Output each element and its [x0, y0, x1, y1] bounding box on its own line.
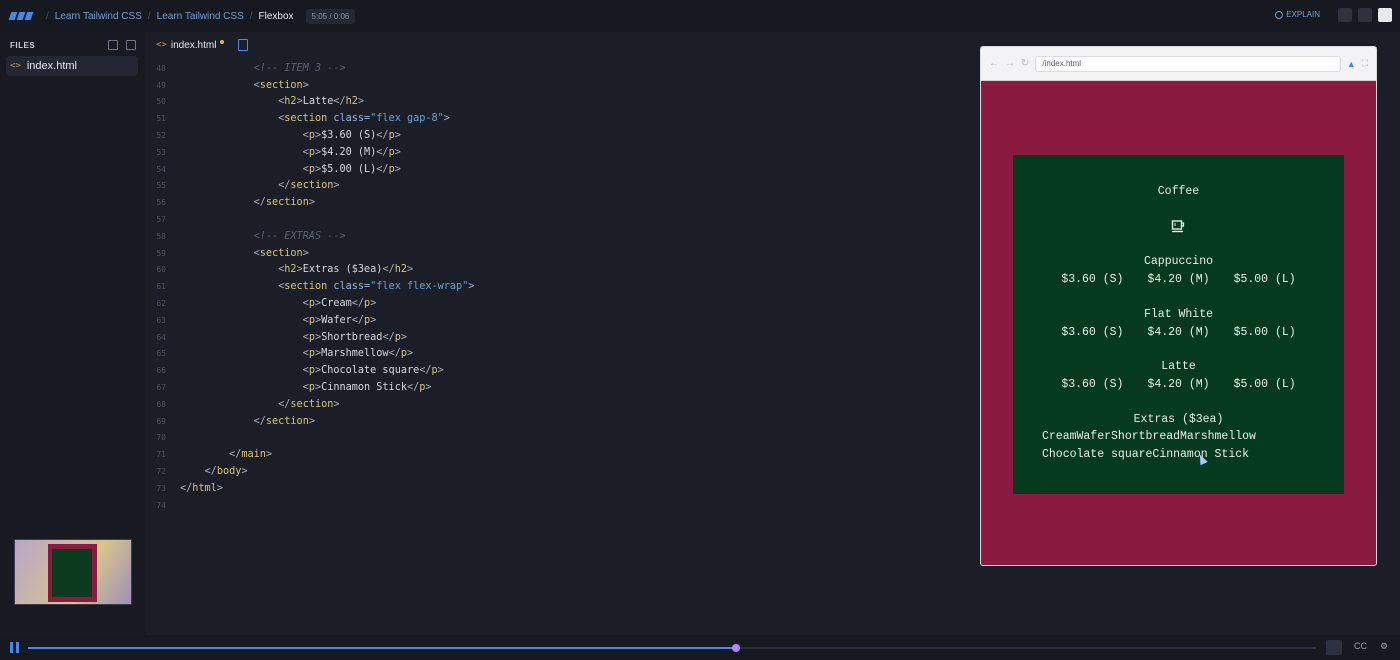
- speed-icon[interactable]: [1326, 640, 1342, 655]
- unsaved-dot: [220, 40, 225, 44]
- code-line: 58 <!-- EXTRAS -->: [156, 230, 346, 242]
- code-line: 72 </body >: [156, 466, 248, 478]
- preview-url-field[interactable]: /index.html: [1035, 55, 1341, 72]
- lesson-timer: 5:05 / 0:06: [305, 8, 356, 24]
- player-bar: CC ⚙: [0, 635, 1400, 660]
- menu-title: Coffee: [1157, 185, 1200, 198]
- webcam-thumbnail: [14, 539, 132, 605]
- code-line: 56 </section >: [156, 197, 315, 209]
- code-line: 69 </section >: [156, 415, 315, 427]
- code-file-icon: <>: [156, 40, 167, 50]
- pin-icon[interactable]: ▲: [1347, 59, 1356, 69]
- menu-item-name: Cappuccino: [1143, 255, 1213, 268]
- code-line: 73 </html >: [156, 482, 223, 494]
- code-file-icon: <>: [10, 61, 21, 71]
- code-line: 62 < p > Cream </p >: [156, 298, 377, 310]
- extras-title: Extras ($3ea): [1133, 413, 1224, 426]
- back-icon[interactable]: ←: [989, 58, 999, 69]
- menu-item-name: Flat White: [1143, 308, 1213, 321]
- code-line: 74: [156, 500, 166, 510]
- code-line: 60 < h2 > Extras ($3ea) </h2 >: [156, 264, 414, 276]
- code-line: 71 </main >: [156, 449, 273, 461]
- layout-left-icon[interactable]: [1338, 8, 1352, 22]
- fullscreen-icon[interactable]: ⛶: [1362, 58, 1368, 69]
- code-line: 63 < p > Wafer </p >: [156, 314, 377, 326]
- menu-item-name: Latte: [1161, 360, 1196, 373]
- menu-item-prices: $3.60 (S) $4.20 (M) $5.00 (L): [1061, 273, 1296, 286]
- breadcrumb-course[interactable]: Learn Tailwind CSS: [55, 11, 142, 22]
- settings-gear-icon[interactable]: ⚙: [1380, 641, 1388, 652]
- new-file-icon[interactable]: [238, 39, 249, 51]
- progress-track[interactable]: [28, 644, 1316, 652]
- menu-item-prices: $3.60 (S) $4.20 (M) $5.00 (L): [1061, 326, 1296, 339]
- code-line: 53 < p > $4.20 (M) </p >: [156, 146, 401, 158]
- tab-index-html[interactable]: <> index.html: [150, 36, 230, 55]
- pause-button[interactable]: [10, 642, 20, 653]
- code-line: 59 < section >: [156, 247, 309, 259]
- code-line: 57: [156, 215, 166, 225]
- layout-right-icon[interactable]: [1378, 8, 1392, 22]
- breadcrumb-module[interactable]: Learn Tailwind CSS: [157, 11, 244, 22]
- coffee-cup-icon: [1171, 220, 1185, 233]
- extras-line: CreamWaferShortbreadMarshmellow: [1042, 430, 1256, 443]
- file-sidebar: FILES <> index.html: [0, 32, 146, 635]
- reload-icon[interactable]: ↻: [1021, 58, 1029, 69]
- menu-item-prices: $3.60 (S) $4.20 (M) $5.00 (L): [1061, 378, 1296, 391]
- top-bar: / Learn Tailwind CSS / Learn Tailwind CS…: [0, 0, 1400, 32]
- code-line: 67 < p > Cinnamon Stick </p >: [156, 382, 432, 394]
- explain-icon: [1275, 10, 1284, 19]
- new-file-icon[interactable]: [108, 40, 118, 50]
- code-line: 49 < section >: [156, 79, 309, 91]
- code-lines: 48 <!-- ITEM 3 --> 49 < section > 50 < h2 > L…: [146, 60, 474, 514]
- code-line: 48 <!-- ITEM 3 -->: [156, 62, 346, 74]
- forward-icon[interactable]: →: [1005, 58, 1015, 69]
- preview-toolbar: ← → ↻ /index.html ▲ ⛶: [981, 47, 1376, 81]
- code-line: 66 < p > Chocolate square </p >: [156, 365, 444, 377]
- code-line: 70: [156, 433, 166, 443]
- code-line: 68 </section >: [156, 398, 340, 410]
- coffee-menu: Coffee Cappuccino $3.60 (S) $4.20 (M) $5…: [1013, 155, 1344, 494]
- scrimba-logo[interactable]: [8, 10, 34, 22]
- layout-split-icon[interactable]: [1358, 8, 1372, 22]
- explain-button[interactable]: EXPLAIN: [1275, 10, 1320, 19]
- cc-button[interactable]: CC: [1354, 641, 1367, 651]
- layout-toggles: [1338, 8, 1392, 22]
- file-item-index-html[interactable]: <> index.html: [6, 56, 138, 76]
- breadcrumb-lesson: Flexbox: [258, 10, 294, 22]
- code-line: 55 </section >: [156, 180, 340, 192]
- breadcrumb: / Learn Tailwind CSS / Learn Tailwind CS…: [46, 10, 294, 22]
- progress-knob[interactable]: [732, 644, 741, 652]
- code-line: 65 < p > Marshmellow </p >: [156, 348, 414, 360]
- code-line: 50 < h2 > Latte </h2 >: [156, 96, 365, 108]
- code-line: 54 < p > $5.00 (L) </p >: [156, 163, 401, 175]
- files-header: FILES: [0, 32, 146, 50]
- extras-line: Chocolate squareCinnamon Stick: [1042, 448, 1250, 461]
- code-line: 51 < section class= "flex gap-8" >: [156, 113, 450, 125]
- new-folder-icon[interactable]: [126, 40, 136, 50]
- code-line: 52 < p > $3.60 (S) </p >: [156, 130, 401, 142]
- code-line: 61 < section class= "flex flex-wrap" >: [156, 281, 475, 293]
- browser-preview: ← → ↻ /index.html ▲ ⛶ Coffee Cappuccino …: [980, 46, 1377, 566]
- code-line: 64 < p > Shortbread </p >: [156, 331, 407, 343]
- progress-fill: [28, 647, 737, 649]
